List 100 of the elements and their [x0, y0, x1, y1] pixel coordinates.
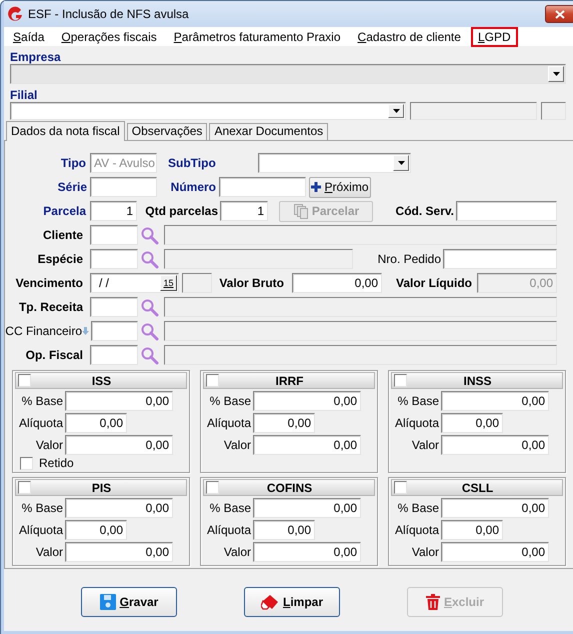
input-field[interactable] [91, 321, 138, 341]
documents-icon [292, 203, 309, 219]
menu-item[interactable]: Operações fiscais [54, 26, 164, 46]
field-label: Valor [412, 438, 439, 452]
logo-icon [7, 6, 23, 22]
field-label: Valor [224, 438, 251, 452]
group-title: PIS [90, 480, 112, 494]
combo-box[interactable] [10, 102, 406, 120]
field-label: Valor Bruto [219, 276, 284, 290]
dropdown-button[interactable] [393, 155, 409, 171]
checkbox[interactable] [206, 374, 219, 387]
input-field[interactable]: 0,00 [441, 435, 549, 455]
field-label: % Base [210, 394, 251, 408]
tab[interactable]: Anexar Documentos [209, 123, 328, 140]
field-label: Valor Líquido [396, 276, 472, 290]
input-field[interactable]: 0,00 [253, 391, 361, 411]
input-field[interactable]: 0,00 [65, 520, 127, 540]
clear-button[interactable]: Limpar [244, 587, 340, 617]
input-field[interactable]: 0,00 [253, 542, 361, 562]
field-label: Op. Fiscal [26, 348, 83, 362]
field-label: Valor [36, 545, 63, 559]
checkbox[interactable] [18, 481, 31, 494]
field-label: Tipo [60, 156, 86, 170]
input-field[interactable]: 0,00 [292, 273, 382, 293]
input-field[interactable]: 0,00 [65, 435, 173, 455]
window-title: ESF - Inclusão de NFS avulsa [28, 7, 190, 21]
field-label: Espécie [38, 252, 83, 266]
input-field[interactable] [90, 249, 138, 269]
input-field[interactable]: 0,00 [253, 520, 315, 540]
checkbox-label: Retido [39, 456, 74, 470]
field-label: Número [170, 180, 216, 194]
menu-item[interactable]: Saída [6, 26, 52, 46]
input-field[interactable]: 0,00 [441, 542, 549, 562]
group-title: IRRF [274, 374, 304, 388]
field-label: Valor [412, 545, 439, 559]
field-label: Valor [36, 438, 63, 452]
combo-box[interactable] [258, 153, 411, 173]
input-field[interactable]: 0,00 [441, 498, 549, 518]
plus-icon [311, 182, 322, 192]
field-label: Parcela [43, 204, 86, 218]
search-icon[interactable] [140, 298, 159, 316]
field-label: CC Financeiro [5, 324, 82, 338]
field-label: Tp. Receita [18, 300, 83, 314]
date-field[interactable]: / / 15 [90, 273, 179, 293]
save-button[interactable]: Gravar [81, 587, 177, 617]
display-field [182, 273, 212, 293]
menu-item[interactable]: LGPD [470, 26, 518, 46]
input-field[interactable]: 0,00 [65, 413, 127, 433]
checkbox[interactable] [394, 481, 407, 494]
input-field[interactable]: 0,00 [441, 391, 549, 411]
menu-item[interactable]: Cadastro de cliente [350, 26, 468, 46]
search-icon[interactable] [140, 322, 159, 340]
group-title: COFINS [266, 480, 314, 494]
close-button[interactable] [545, 5, 573, 23]
field-label: % Base [398, 501, 439, 515]
input-field[interactable] [90, 297, 138, 317]
input-field[interactable]: 0,00 [65, 391, 173, 411]
field-label: % Base [22, 501, 63, 515]
input-field[interactable] [219, 177, 306, 197]
calendar-button[interactable]: 15 [160, 275, 177, 291]
field-label: % Base [210, 501, 251, 515]
field-label: Vencimento [16, 276, 83, 290]
input-field[interactable]: 0,00 [253, 435, 361, 455]
display-field [541, 102, 566, 120]
input-field[interactable]: 1 [220, 201, 268, 221]
field-label: Filial [10, 88, 38, 102]
checkbox[interactable] [206, 481, 219, 494]
input-field[interactable]: 1 [90, 201, 137, 221]
field-label: Alíquota [206, 416, 251, 430]
input-field[interactable] [456, 201, 557, 221]
field-label: Alíquota [18, 523, 63, 537]
group-title: CSLL [460, 480, 494, 494]
menu-item[interactable]: Parâmetros faturamento Praxio [166, 26, 348, 46]
search-icon[interactable] [140, 226, 159, 244]
field-label: Cód. Serv. [396, 204, 454, 218]
input-field[interactable]: 0,00 [253, 413, 315, 433]
tab[interactable]: Observações [126, 123, 208, 140]
dropdown-button[interactable] [388, 104, 404, 118]
input-field[interactable]: 0,00 [65, 542, 173, 562]
input-field[interactable] [443, 249, 557, 269]
input-field[interactable]: 0,00 [441, 413, 503, 433]
checkbox[interactable] [20, 456, 33, 470]
checkbox[interactable] [394, 374, 407, 387]
tab[interactable]: Dados da nota fiscal [6, 121, 125, 141]
next-button[interactable]: Próximo [309, 176, 371, 198]
input-field[interactable]: 0,00 [65, 498, 173, 518]
group-title: ISS [90, 374, 112, 388]
input-field[interactable]: 0,00 [253, 498, 361, 518]
arrow-down-icon [82, 327, 89, 335]
search-icon[interactable] [140, 346, 159, 364]
input-field[interactable]: 0,00 [441, 520, 503, 540]
checkbox[interactable] [18, 374, 31, 387]
input-field[interactable] [90, 177, 157, 197]
input-field[interactable] [90, 225, 138, 245]
field-label: SubTipo [168, 156, 216, 170]
field-label: Nro. Pedido [378, 252, 441, 266]
field-label: Alíquota [394, 416, 439, 430]
field-label: Alíquota [18, 416, 63, 430]
input-field[interactable] [90, 345, 138, 365]
search-icon[interactable] [140, 250, 159, 268]
